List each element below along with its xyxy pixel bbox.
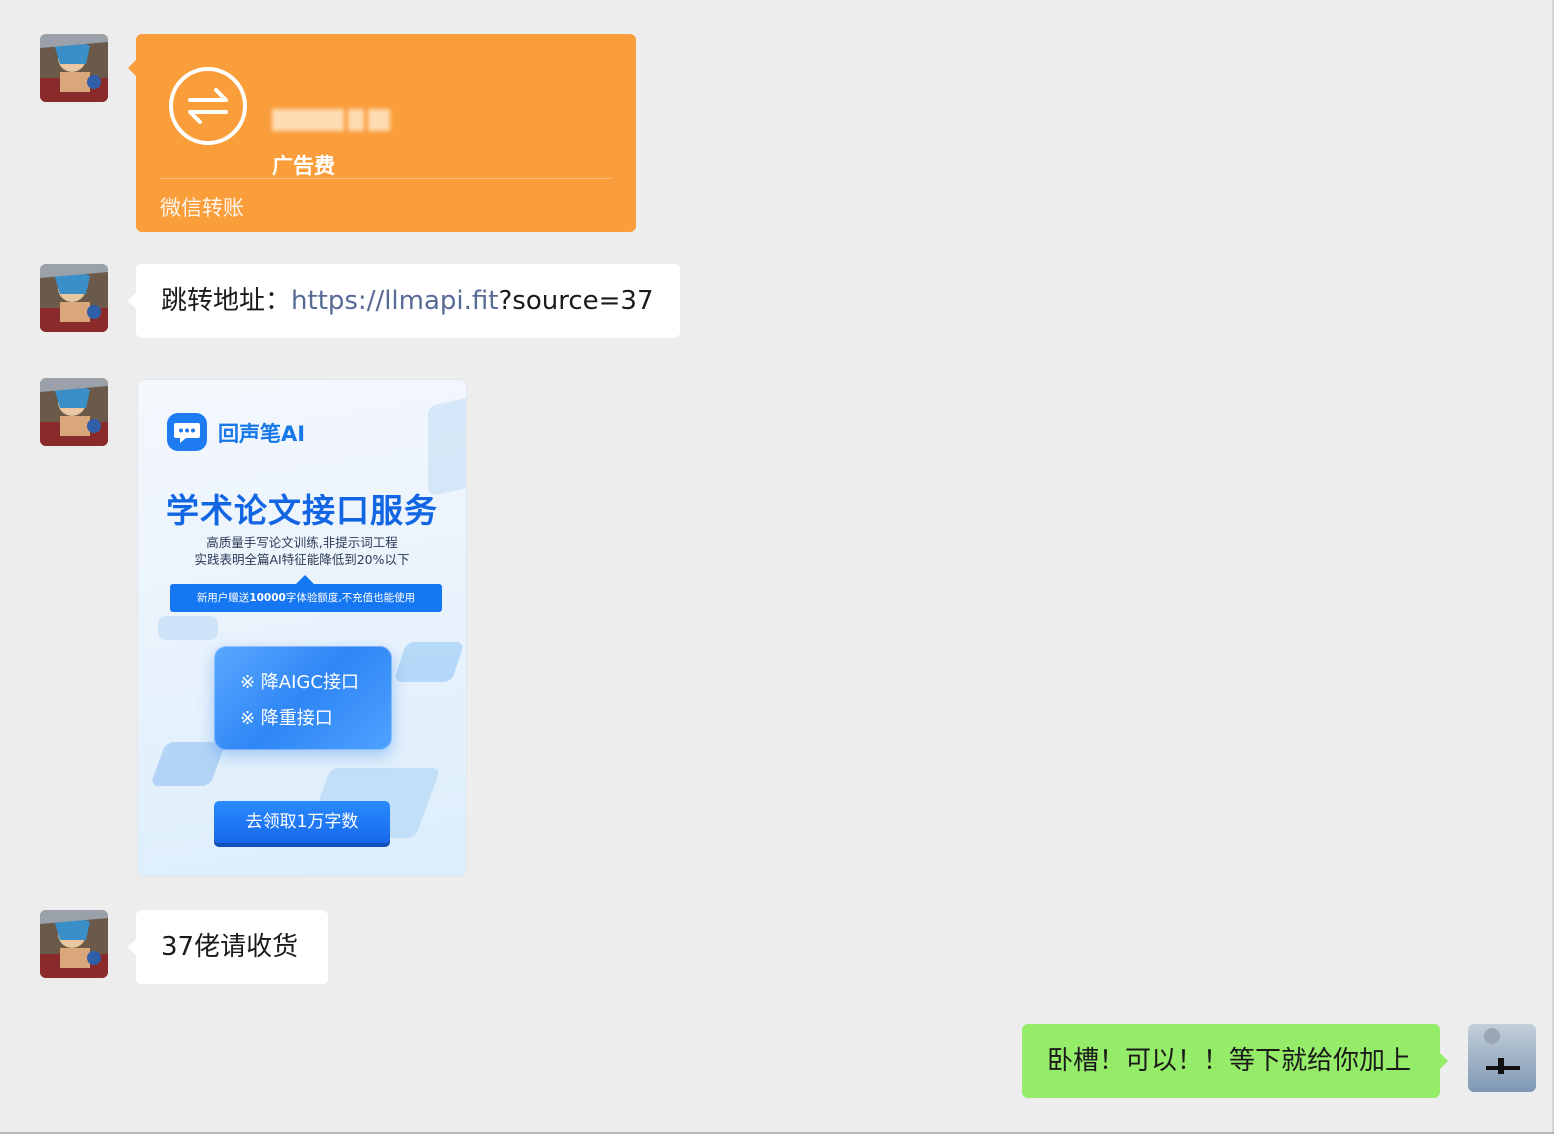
message-text: 卧槽！可以！！等下就给你加上	[1047, 1046, 1412, 1076]
transfer-arrows-icon	[169, 67, 247, 145]
decoration	[158, 616, 218, 640]
transfer-divider	[160, 178, 612, 179]
avatar-self[interactable]	[1468, 1024, 1536, 1092]
blurred-amount	[272, 106, 398, 134]
ad-feature-item: ※ 降AIGC接口	[240, 672, 359, 693]
chat-bubble-logo-icon	[167, 413, 207, 451]
message-bubble-self[interactable]: 卧槽！可以！！等下就给你加上	[1022, 1024, 1448, 1098]
message-link[interactable]: https://llmapi.fit	[291, 286, 498, 316]
message-bubble[interactable]: 37佬请收货	[128, 910, 328, 984]
avatar-other[interactable]	[40, 264, 108, 332]
avatar-other[interactable]	[40, 378, 108, 446]
decoration	[149, 742, 227, 786]
ad-brand: 回声笔AI	[218, 422, 306, 446]
ad-cta-button: 去领取1万字数	[214, 801, 390, 843]
transfer-footer-label: 微信转账	[160, 196, 244, 220]
avatar-other[interactable]	[40, 34, 108, 102]
ad-feature-card: ※ 降AIGC接口 ※ 降重接口	[214, 646, 392, 750]
ad-banner: 新用户赠送10000字体验额度,不充值也能使用	[170, 575, 442, 612]
ad-feature-item: ※ 降重接口	[240, 708, 333, 729]
ad-title: 学术论文接口服务	[166, 491, 438, 530]
avatar-other[interactable]	[40, 910, 108, 978]
message-text: 37佬请收货	[161, 932, 299, 962]
message-text: ?source=37	[498, 286, 654, 316]
image-message[interactable]: 回声笔AI 学术论文接口服务 高质量手写论文训练,非提示词工程 实践表明全篇AI…	[137, 379, 467, 877]
transfer-note: 广告费	[272, 154, 335, 178]
message-text: 跳转地址：	[161, 286, 292, 316]
transfer-card[interactable]: 广告费 微信转账	[128, 34, 636, 232]
decoration	[428, 393, 466, 497]
decoration	[393, 642, 465, 682]
ad-subtitle: 实践表明全篇AI特征能降低到20%以下	[194, 552, 410, 567]
message-bubble[interactable]: 跳转地址：https://llmapi.fit?source=37	[128, 264, 680, 338]
